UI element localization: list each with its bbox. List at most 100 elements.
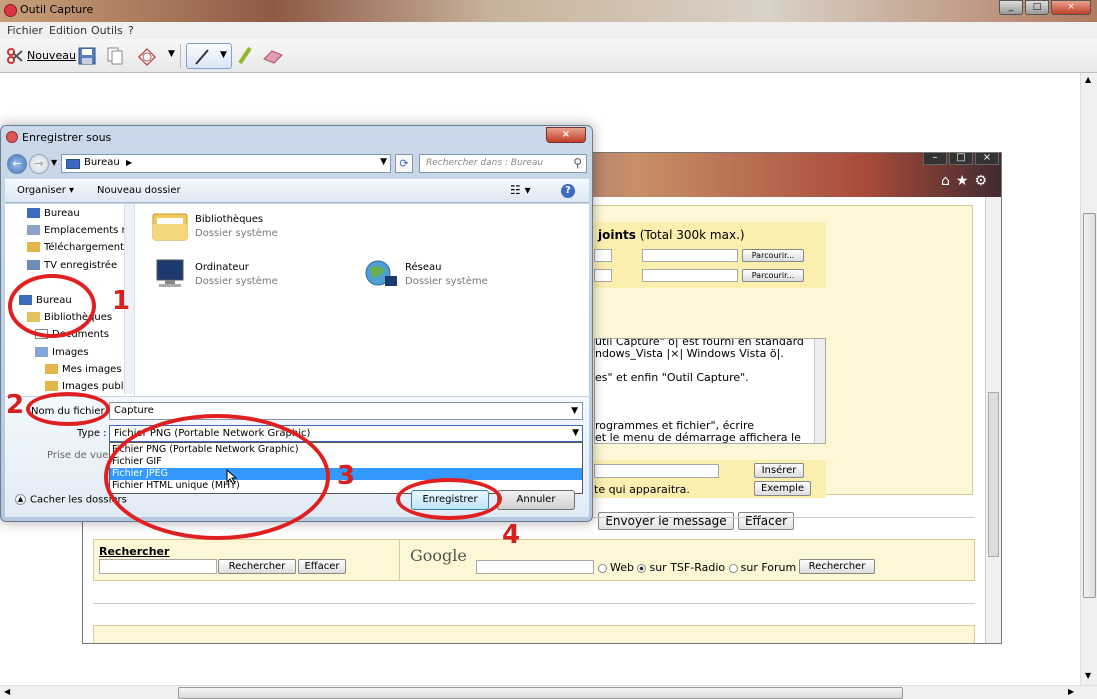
scroll-thumb[interactable] — [178, 687, 903, 699]
scroll-down-icon[interactable]: ▼ — [1085, 671, 1091, 680]
attachment-input[interactable] — [594, 269, 612, 282]
new-folder-button[interactable]: Nouveau dossier — [97, 185, 181, 196]
address-path[interactable]: Bureau — [84, 157, 120, 168]
insert-input[interactable] — [594, 464, 719, 478]
page-scrollbar[interactable] — [985, 197, 1001, 643]
forward-button[interactable]: → — [29, 154, 49, 174]
back-button[interactable]: ← — [7, 154, 27, 174]
menu-help[interactable]: ? — [128, 24, 134, 37]
google-search-button[interactable]: Rechercher — [799, 559, 875, 574]
attachment-input[interactable] — [642, 269, 738, 282]
scroll-left-icon[interactable]: ◀ — [4, 687, 10, 696]
scissors-icon[interactable] — [6, 47, 24, 65]
send-message-button[interactable]: Envoyer le message — [598, 512, 734, 530]
google-search-input[interactable] — [476, 560, 594, 574]
pen-tool-button[interactable]: ▼ — [186, 43, 232, 69]
radio-tsf[interactable] — [637, 563, 647, 573]
nav-item-public-images[interactable]: Images publi — [45, 381, 126, 392]
search-input[interactable] — [99, 559, 217, 574]
horizontal-scrollbar[interactable]: ◀ ▶ — [0, 685, 1097, 699]
attachment-input[interactable] — [594, 249, 612, 262]
address-bar[interactable]: Bureau ▶ ▼ — [61, 154, 391, 173]
insert-button[interactable]: Insérer — [754, 463, 804, 478]
nav-item-downloads[interactable]: Téléchargements — [27, 242, 129, 253]
message-textarea[interactable]: util Capture" ó| est fourni en standard … — [594, 338, 826, 444]
minimize-icon: – — [923, 153, 947, 165]
browse-button[interactable]: Parcourir... — [742, 249, 804, 262]
menu-edition[interactable]: Edition — [49, 24, 87, 37]
annotation-ring-save — [396, 478, 502, 520]
file-item-network[interactable]: Réseau Dossier système — [361, 258, 561, 298]
insert-hint: te qui apparaitra. — [594, 483, 690, 496]
attachment-input[interactable] — [642, 249, 738, 262]
eraser-icon[interactable] — [262, 47, 284, 65]
minimize-button[interactable]: _ — [999, 0, 1023, 15]
new-capture-button[interactable]: Nouveau — [27, 49, 76, 62]
chevron-down-icon[interactable]: ▼ — [220, 50, 227, 60]
help-icon[interactable]: ? — [561, 184, 575, 198]
chevron-down-icon[interactable]: ▼ — [51, 158, 57, 167]
search-scope-options: Web sur TSF-Radio sur Forum — [598, 561, 796, 574]
scroll-right-icon[interactable]: ▶ — [1068, 687, 1074, 696]
command-bar: Organiser ▾ Nouveau dossier ☷ ▾ ? — [5, 179, 589, 203]
organize-menu[interactable]: Organiser ▾ — [17, 185, 74, 196]
send-mail-icon[interactable] — [136, 45, 158, 67]
nav-item-my-images[interactable]: Mes images — [45, 364, 122, 375]
search-title[interactable]: Rechercher — [99, 545, 169, 558]
nav-item-bureau[interactable]: Bureau — [27, 208, 80, 219]
copy-icon[interactable] — [106, 47, 124, 65]
vertical-scrollbar[interactable]: ▲ ▼ — [1080, 73, 1097, 685]
file-item-libraries[interactable]: Bibliothèques Dossier système — [151, 210, 351, 250]
message-line: et le menu de démarrage affichera le — [595, 431, 801, 444]
cancel-button[interactable]: Annuler — [497, 490, 575, 510]
search-clear-button[interactable]: Effacer — [298, 559, 346, 574]
highlighter-icon[interactable] — [236, 45, 254, 67]
desktop-icon — [27, 208, 40, 218]
scroll-thumb[interactable] — [1083, 213, 1096, 598]
nav-item-recorded-tv[interactable]: TV enregistrée — [27, 260, 117, 271]
annotation-number: 4 — [502, 520, 521, 550]
radio-web[interactable] — [598, 563, 607, 573]
refresh-button[interactable]: ⟳ — [395, 154, 413, 173]
annotation-number: 3 — [337, 461, 356, 491]
menu-fichier[interactable]: Fichier — [7, 24, 43, 37]
view-options-icon[interactable]: ☷ ▾ — [510, 183, 531, 197]
close-icon: × — [975, 153, 999, 165]
scroll-thumb[interactable] — [988, 392, 999, 557]
annotation-ring-filename — [26, 392, 110, 426]
app-icon — [4, 4, 17, 17]
menu-bar: Fichier Edition Outils ? — [0, 22, 1097, 39]
chevron-right-icon[interactable]: ▶ — [126, 158, 132, 167]
dialog-search-input[interactable]: Rechercher dans : Bureau ⚲ — [419, 154, 587, 173]
chevron-down-icon[interactable]: ▼ — [571, 403, 578, 419]
maximize-button[interactable]: □ — [1025, 0, 1049, 15]
divider — [93, 603, 975, 604]
message-line: es" et enfin "Outil Capture". — [595, 371, 749, 384]
menu-outils[interactable]: Outils — [91, 24, 123, 37]
annotation-number: 2 — [6, 390, 25, 420]
close-button[interactable]: × — [1051, 0, 1091, 15]
computer-icon — [156, 259, 184, 287]
example-button[interactable]: Exemple — [754, 481, 811, 496]
search-icon[interactable]: ⚲ — [573, 156, 582, 170]
nav-item-recent[interactable]: Emplacements ré — [27, 225, 132, 236]
recent-places-icon — [27, 225, 40, 235]
dialog-close-button[interactable]: × — [546, 127, 586, 143]
dialog-title: Enregistrer sous — [22, 131, 112, 144]
browse-button[interactable]: Parcourir... — [742, 269, 804, 282]
nav-item-images[interactable]: Images — [35, 347, 89, 358]
scroll-up-icon[interactable]: ▲ — [1085, 75, 1091, 84]
chevron-up-icon: ▲ — [15, 494, 26, 505]
textarea-scrollbar[interactable] — [814, 339, 825, 443]
radio-forum[interactable] — [728, 563, 738, 573]
libraries-folder-icon — [152, 213, 188, 241]
clear-button[interactable]: Effacer — [738, 512, 794, 530]
annotation-number: 1 — [112, 286, 131, 316]
chevron-down-icon[interactable]: ▼ — [572, 426, 579, 441]
file-item-computer[interactable]: Ordinateur Dossier système — [151, 258, 351, 298]
window-title: Outil Capture — [20, 3, 94, 16]
chevron-down-icon[interactable]: ▼ — [380, 157, 387, 167]
search-button[interactable]: Rechercher — [218, 559, 296, 574]
chevron-down-icon[interactable]: ▼ — [168, 49, 175, 59]
save-icon[interactable] — [78, 47, 96, 65]
